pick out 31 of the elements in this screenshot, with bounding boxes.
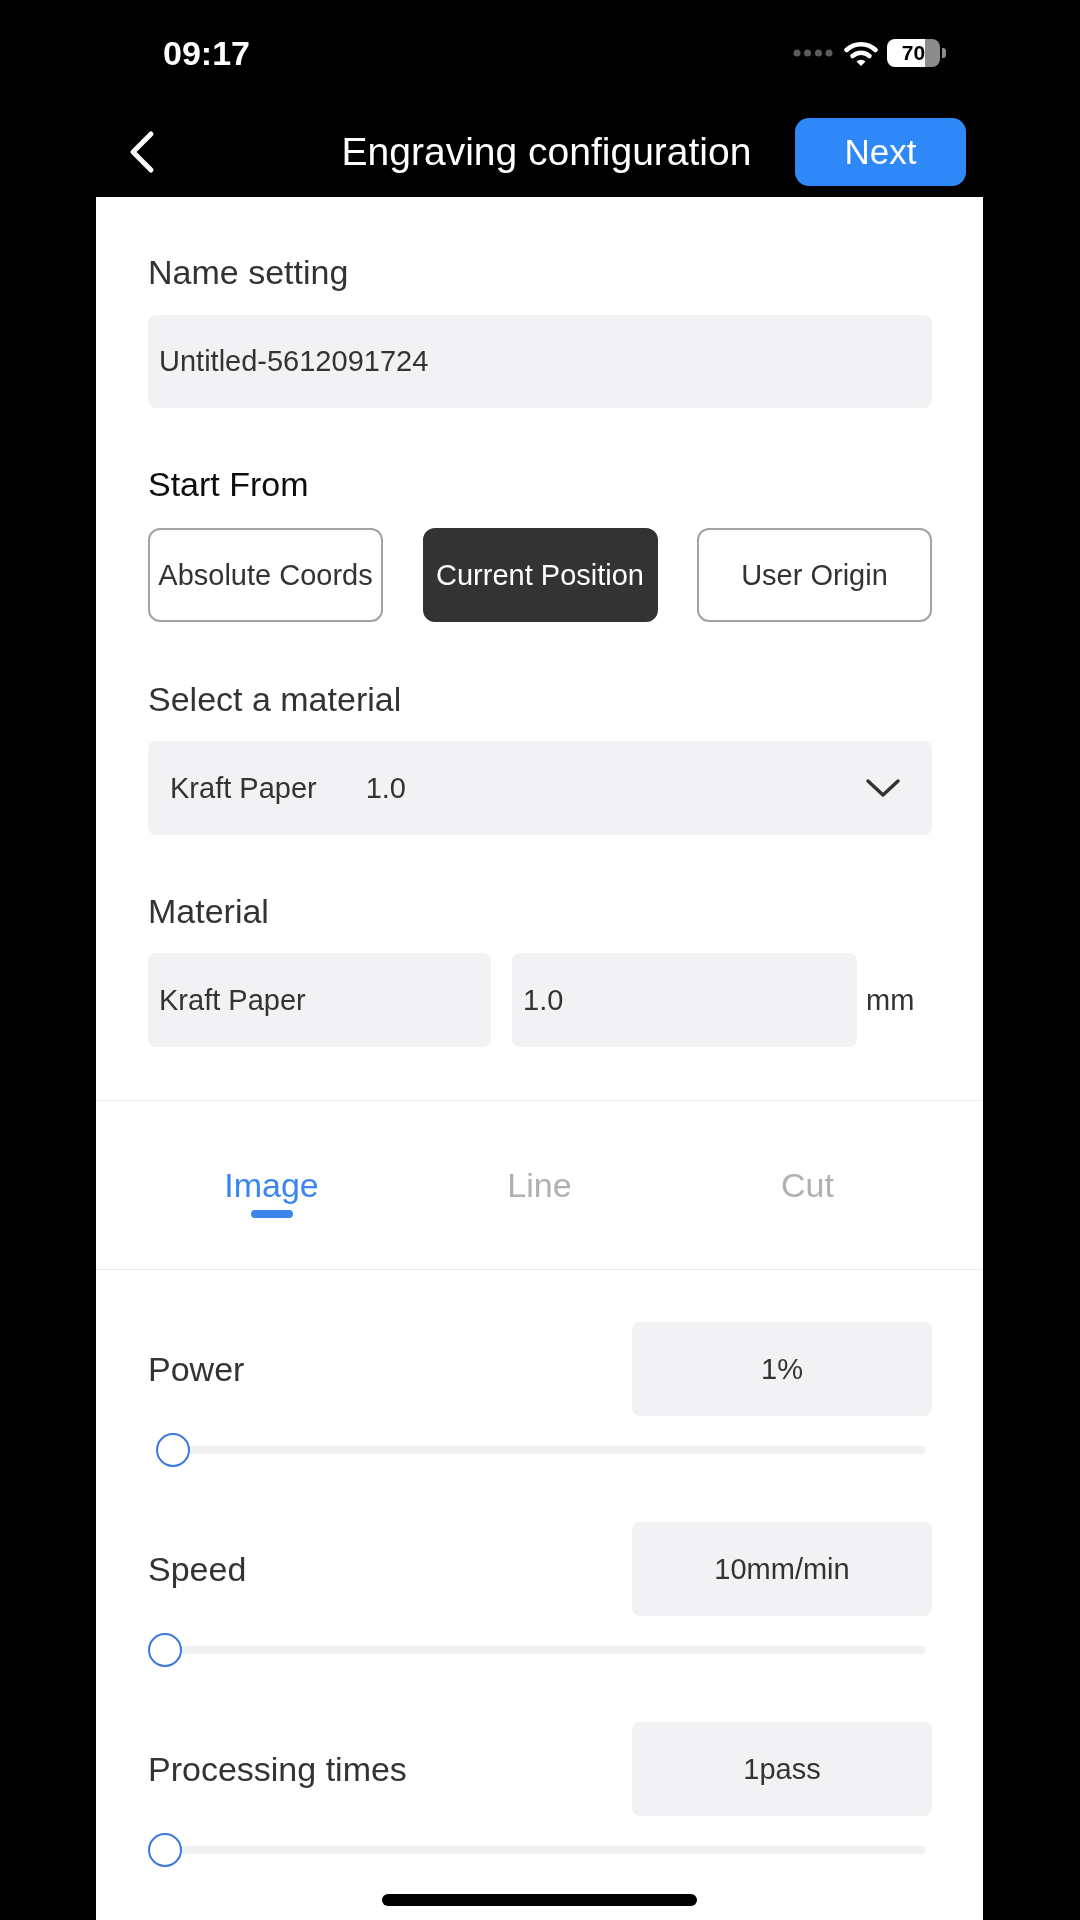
section-label: Name setting — [148, 252, 349, 292]
tab[interactable]: Image — [224, 1165, 319, 1218]
name-field[interactable]: Untitled-5612091724 — [148, 315, 932, 408]
slider-thumb[interactable] — [148, 1633, 182, 1667]
material-name-text: Kraft Paper — [170, 771, 317, 805]
thickness-field[interactable]: 1.0 — [512, 953, 857, 1047]
slider-thumb[interactable] — [148, 1833, 182, 1867]
parameter-label: Processing times — [148, 1749, 407, 1789]
material-name-field[interactable]: Kraft Paper — [148, 953, 491, 1047]
material-dropdown[interactable]: Kraft Paper 1.0 — [148, 741, 932, 835]
value-field[interactable]: 1% — [632, 1322, 932, 1416]
status-time: 09:17 — [163, 33, 250, 73]
screen-title: Engraving configuration — [341, 128, 752, 175]
section-label: Start From — [148, 464, 309, 504]
section-label: Select a material — [148, 679, 402, 719]
parameter-label: Power — [148, 1349, 245, 1389]
parameter-label: Speed — [148, 1549, 247, 1589]
signal-icon — [793, 49, 833, 57]
next-button[interactable]: Next — [795, 117, 966, 186]
value-field[interactable]: 10mm/min — [632, 1522, 932, 1616]
thickness-text: 1.0 — [365, 771, 406, 805]
value-field[interactable]: 1pass — [632, 1722, 932, 1816]
wifi-icon — [844, 40, 878, 66]
section-label: Material — [148, 891, 269, 931]
chevron-down-icon — [865, 778, 901, 798]
battery-indicator: 70 — [887, 39, 946, 67]
slider-thumb[interactable] — [155, 1433, 190, 1467]
start-option[interactable]: Absolute Coords — [148, 528, 383, 622]
unit-label: mm — [866, 983, 915, 1017]
start-option[interactable]: Current Position — [422, 528, 658, 622]
start-option[interactable]: User Origin — [697, 528, 932, 622]
